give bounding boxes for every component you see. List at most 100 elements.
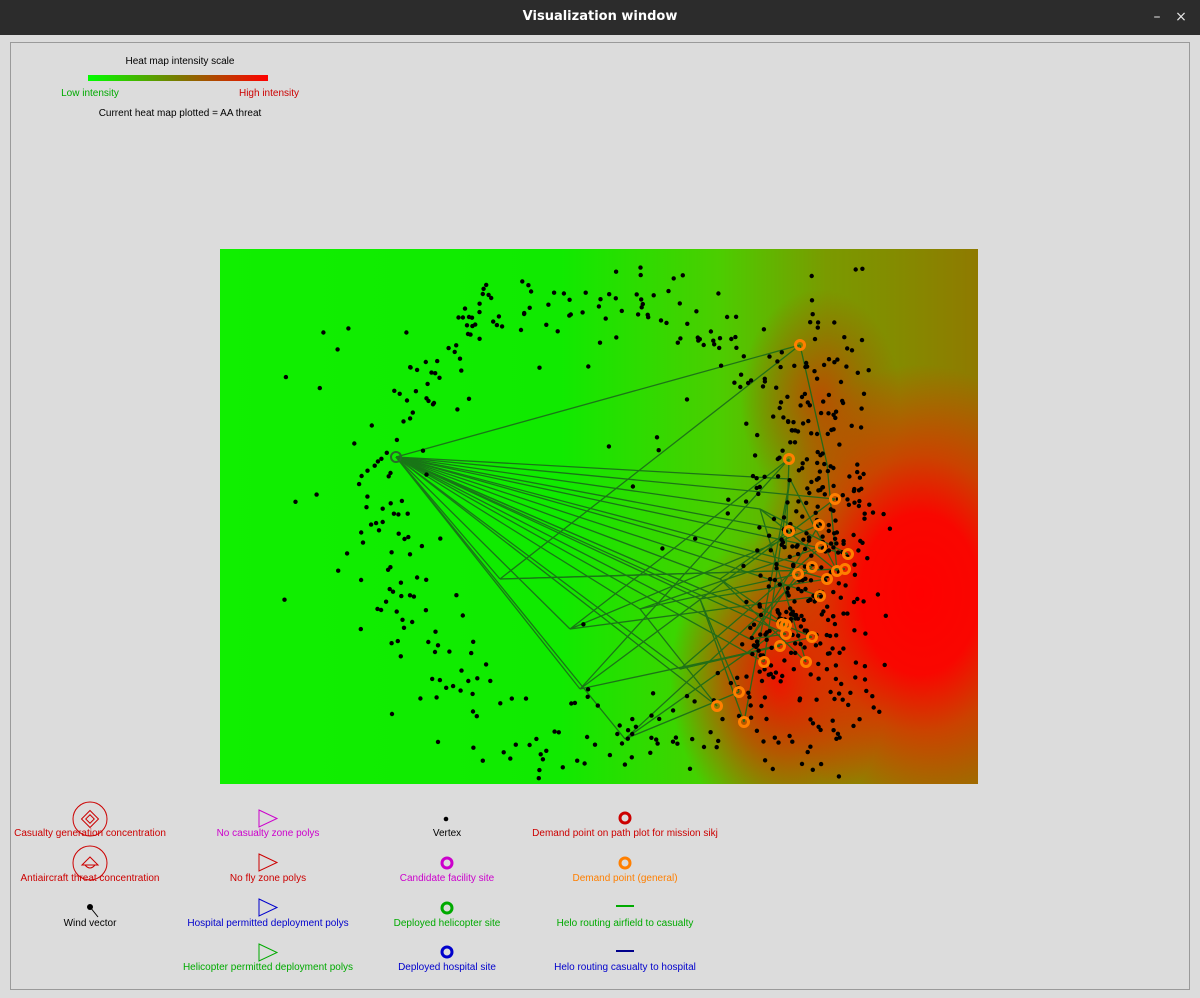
vertex-point bbox=[756, 648, 761, 653]
vertex-point bbox=[806, 535, 812, 540]
vertex-point bbox=[744, 599, 749, 605]
vertex-point bbox=[809, 298, 815, 303]
demand-point-general-label: Demand point (general) bbox=[572, 873, 678, 884]
vertex-point bbox=[651, 293, 656, 298]
vertex-point bbox=[462, 306, 468, 311]
vertex-point bbox=[469, 650, 474, 656]
vertex-point bbox=[639, 297, 644, 302]
vertex-point bbox=[818, 641, 823, 646]
vertex-point bbox=[812, 369, 817, 374]
vertex-point bbox=[368, 522, 374, 527]
vertex-point bbox=[815, 320, 821, 325]
vertex-point bbox=[837, 442, 842, 447]
vertex-point bbox=[471, 639, 476, 644]
vertex-point bbox=[845, 497, 850, 502]
vertex-point bbox=[720, 716, 725, 722]
vertex-point bbox=[766, 672, 771, 677]
vertex-point bbox=[825, 651, 831, 656]
vertex-point bbox=[396, 512, 401, 517]
vertex-point bbox=[438, 536, 443, 541]
vertex-point bbox=[826, 357, 832, 362]
vertex-point bbox=[650, 691, 656, 696]
demand-point-mission-label: Demand point on path plot for mission si… bbox=[532, 828, 718, 839]
vertex-point bbox=[793, 641, 798, 646]
vertex-point bbox=[840, 493, 845, 498]
vertex-point bbox=[862, 511, 867, 516]
vertex-point bbox=[352, 441, 357, 446]
vertex-point bbox=[489, 295, 494, 301]
vertex-point bbox=[458, 688, 463, 693]
vertex-point bbox=[856, 548, 861, 553]
vertex-point bbox=[799, 394, 805, 400]
vertex-point bbox=[813, 510, 818, 515]
vertex-point bbox=[748, 703, 753, 708]
vertex-point bbox=[836, 581, 841, 586]
vertex-point bbox=[851, 723, 856, 729]
vertex-point bbox=[498, 701, 503, 706]
scale-title: Heat map intensity scale bbox=[125, 56, 235, 67]
minimize-button[interactable]: – bbox=[1146, 6, 1168, 28]
vertex-point bbox=[394, 609, 399, 614]
helo-route-line bbox=[759, 508, 838, 572]
vertex-point bbox=[826, 522, 831, 528]
vertex-point bbox=[847, 474, 852, 479]
vertex-point bbox=[746, 690, 751, 695]
vertex-point bbox=[684, 693, 690, 699]
no-fly-zone-label: No fly zone polys bbox=[229, 873, 307, 884]
vertex-point bbox=[460, 315, 466, 320]
vertex-point bbox=[789, 428, 794, 433]
vertex-point bbox=[822, 492, 827, 497]
vertex-point bbox=[518, 327, 524, 333]
vertex-point bbox=[798, 641, 803, 647]
vertex-point bbox=[774, 566, 779, 571]
vertex-point bbox=[359, 530, 364, 535]
vertex-point bbox=[861, 599, 866, 604]
vertex-point bbox=[862, 664, 868, 669]
vertex-point bbox=[423, 359, 428, 365]
vertex-point bbox=[853, 675, 858, 680]
vertex-point bbox=[814, 431, 820, 437]
vertex-point bbox=[716, 738, 721, 744]
vertex-point bbox=[418, 696, 423, 701]
vertex-point bbox=[860, 266, 865, 271]
vertex-point bbox=[795, 616, 801, 621]
vertex-point bbox=[452, 349, 457, 355]
vertex-point bbox=[423, 608, 429, 613]
vertex-point bbox=[804, 500, 809, 506]
vertex-point bbox=[317, 385, 322, 391]
vertex-point bbox=[470, 709, 476, 714]
vertex-icon bbox=[443, 816, 449, 822]
vertex-point bbox=[827, 633, 833, 639]
antiaircraft-threat-label: Antiaircraft threat concentration bbox=[20, 873, 160, 884]
helo-route-line bbox=[395, 344, 801, 458]
vertex-point bbox=[781, 515, 787, 520]
vertex-point bbox=[800, 421, 806, 426]
close-button[interactable]: × bbox=[1170, 6, 1192, 28]
vertex-point bbox=[771, 516, 777, 522]
vertex-point bbox=[538, 752, 543, 757]
network-overlay bbox=[282, 265, 893, 781]
vertex-point bbox=[481, 286, 486, 291]
vertex-point bbox=[802, 645, 807, 650]
vertex-point bbox=[852, 572, 858, 577]
vertex-point bbox=[419, 543, 425, 549]
vertex-point bbox=[831, 483, 836, 489]
vertex-point bbox=[336, 568, 341, 573]
vertex-point bbox=[772, 735, 777, 740]
vertex-point bbox=[762, 758, 768, 763]
vertex-point bbox=[585, 694, 590, 699]
vertex-point bbox=[460, 613, 465, 618]
vertex-point bbox=[397, 391, 402, 396]
deployed-helicopter-icon bbox=[440, 901, 454, 915]
vertex-point bbox=[839, 681, 844, 687]
vertex-point bbox=[369, 423, 374, 428]
vertex-point bbox=[424, 472, 429, 477]
heat-map[interactable] bbox=[220, 249, 978, 784]
vertex-point bbox=[364, 505, 369, 510]
casualty-generation-label: Casualty generation concentration bbox=[14, 828, 166, 839]
vertex-point bbox=[625, 728, 631, 733]
vertex-point bbox=[466, 678, 471, 684]
candidate-facility-label: Candidate facility site bbox=[399, 873, 495, 884]
vertex-point bbox=[335, 347, 340, 352]
vertex-point bbox=[791, 562, 796, 567]
